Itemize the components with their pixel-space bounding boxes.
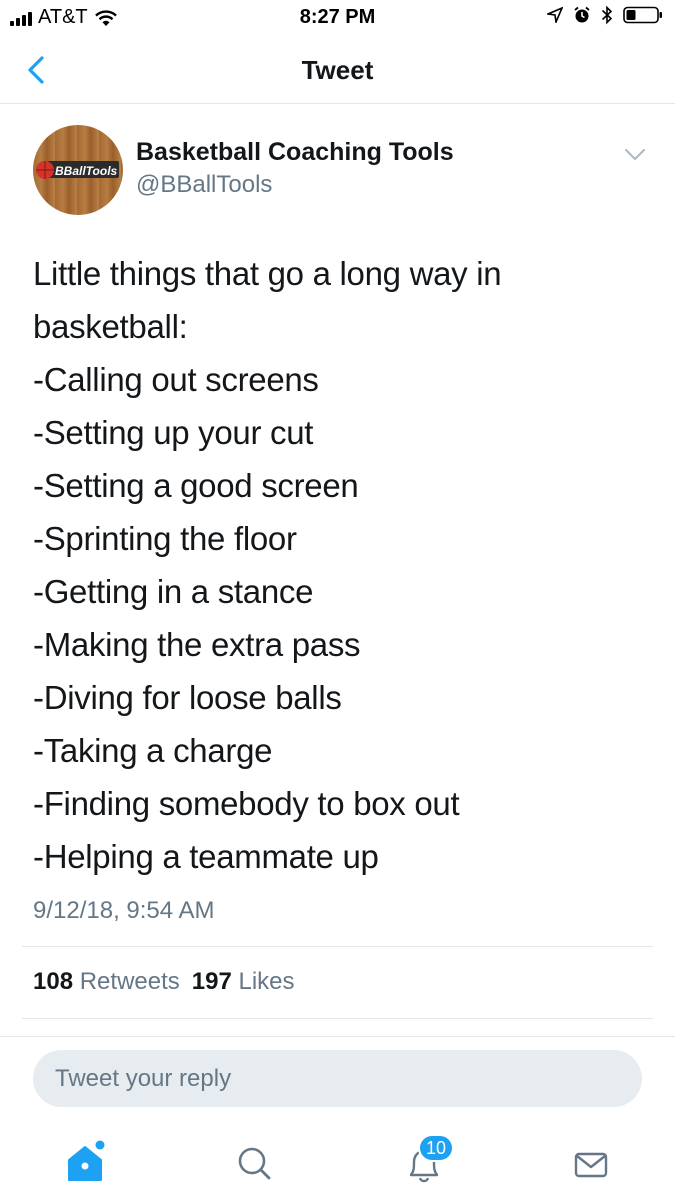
likes-stat[interactable]: 197 Likes <box>192 968 297 996</box>
tweet-timestamp: 9/12/18, 9:54 AM <box>33 897 215 924</box>
tweet-line: -Finding somebody to box out <box>33 785 460 822</box>
reply-input[interactable] <box>33 1050 642 1107</box>
tweet-line: -Making the extra pass <box>33 626 361 663</box>
tweet-line: Little things that go a long way in <box>33 255 502 292</box>
tweet-line: -Taking a charge <box>33 732 273 769</box>
alarm-clock-icon <box>574 6 590 23</box>
divider <box>22 1018 653 1019</box>
cell-signal-icon <box>10 10 32 26</box>
tweet-text: Little things that go a long way in bask… <box>33 247 643 883</box>
tweet-line: -Sprinting the floor <box>33 520 297 557</box>
tweet-options-button[interactable] <box>622 142 648 166</box>
avatar[interactable]: BBallTools <box>33 125 123 215</box>
tab-notifications[interactable]: 10 <box>394 1134 455 1190</box>
divider <box>22 946 653 947</box>
home-icon <box>68 1140 105 1181</box>
tab-home[interactable] <box>57 1138 117 1190</box>
likes-count: 197 <box>191 968 232 995</box>
bballtools-logo: BBallTools <box>36 161 119 179</box>
tweet-line: -Calling out screens <box>33 361 319 398</box>
tweet-line: basketball: <box>33 308 188 345</box>
location-arrow-icon <box>547 7 563 23</box>
svg-text:BBallTools: BBallTools <box>55 164 118 178</box>
search-icon <box>238 1147 271 1180</box>
tab-search[interactable] <box>224 1138 284 1190</box>
tweet-line: -Setting up your cut <box>33 414 314 451</box>
tweet-line: -Getting in a stance <box>33 573 314 610</box>
tweet-stats: 108 Retweets 197 Likes <box>33 968 297 996</box>
likes-label: Likes <box>238 968 295 995</box>
notifications-badge: 10 <box>418 1134 455 1162</box>
wifi-icon <box>94 9 117 26</box>
battery-icon <box>623 6 662 24</box>
bluetooth-icon <box>601 5 613 25</box>
status-right <box>547 5 663 25</box>
retweets-stat[interactable]: 108 Retweets <box>33 968 182 996</box>
retweets-label: Retweets <box>79 968 180 995</box>
carrier-label: AT&T <box>38 6 88 28</box>
author-handle[interactable]: @BBallTools <box>136 171 272 199</box>
mail-icon <box>574 1152 608 1178</box>
tab-messages[interactable] <box>561 1138 621 1190</box>
status-bar: AT&T 8:27 PM <box>0 0 675 36</box>
page-title: Tweet <box>301 55 374 85</box>
tweet-line: -Helping a teammate up <box>33 838 379 875</box>
nav-header: Tweet <box>0 36 675 104</box>
status-left: AT&T <box>10 6 118 29</box>
tab-bar: 10 <box>0 1130 675 1200</box>
tweet-line: -Setting a good screen <box>33 467 359 504</box>
author-name[interactable]: Basketball Coaching Tools <box>136 138 454 167</box>
divider <box>0 1036 675 1037</box>
chevron-down-icon <box>625 149 645 160</box>
tweet-line: -Diving for loose balls <box>33 679 342 716</box>
retweets-count: 108 <box>33 968 74 995</box>
